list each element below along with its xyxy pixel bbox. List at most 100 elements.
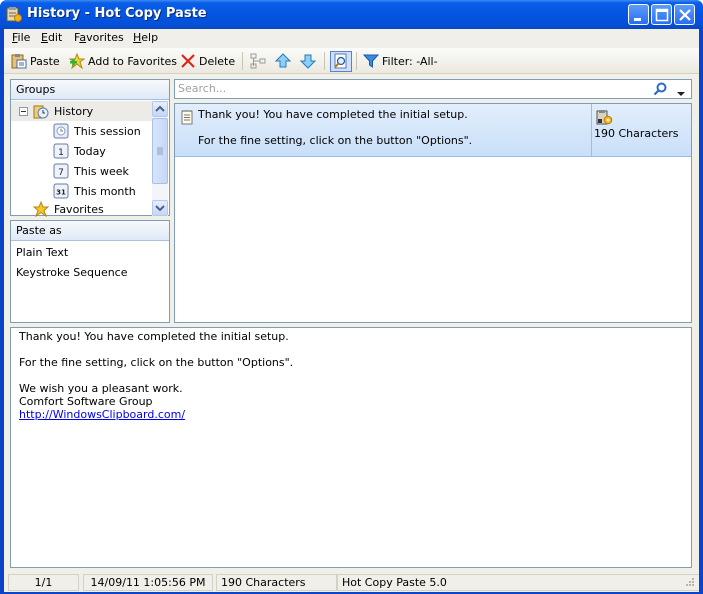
toolbar-separator: [324, 52, 325, 70]
menu-bar: File Edit Favorites Help: [4, 29, 699, 47]
maximize-icon: [655, 8, 669, 22]
close-icon: [679, 9, 691, 21]
delete-x-icon: [180, 53, 196, 69]
session-clock-icon: [53, 123, 69, 139]
clipboard-settings-icon: [596, 109, 613, 128]
document-search-icon: [334, 53, 347, 69]
resize-grip-icon[interactable]: [683, 577, 695, 592]
filter-funnel-icon: [362, 53, 380, 69]
clip-size: 190 Characters: [594, 127, 679, 140]
star-add-icon: [68, 52, 86, 70]
preview-line: We wish you a pleasant work.: [19, 382, 183, 395]
preview-line: Comfort Software Group: [19, 395, 153, 408]
calendar-1-icon: 1: [53, 143, 69, 159]
clip-list: Thank you! You have completed the initia…: [174, 103, 692, 323]
paste-as-panel: Paste as Plain Text Keystroke Sequence: [10, 220, 170, 323]
preview-toggle-button[interactable]: [330, 51, 352, 72]
chevron-up-icon: [155, 105, 165, 112]
filter-button[interactable]: Filter: -All-: [362, 51, 438, 71]
title-bar[interactable]: History - Hot Copy Paste: [0, 0, 703, 29]
delete-label: Delete: [199, 54, 236, 68]
paste-button[interactable]: Paste: [11, 51, 60, 71]
paste-as-header: Paste as: [11, 221, 169, 241]
menu-edit[interactable]: Edit: [41, 31, 62, 44]
tree-item-today[interactable]: 1 Today: [53, 141, 106, 161]
groups-header: Groups: [11, 80, 169, 100]
scroll-up-button[interactable]: [152, 101, 168, 117]
filter-label: Filter: -All-: [382, 54, 438, 68]
delete-button[interactable]: Delete: [180, 51, 235, 71]
history-icon: [33, 103, 49, 119]
preview-line: For the fine setting, click on the butto…: [19, 356, 294, 369]
calendar-31-icon: 31: [53, 183, 69, 199]
toolbar: Paste Add to Favorites Delete Filter: -A…: [4, 48, 699, 74]
toolbar-separator: [242, 52, 243, 70]
caret-down-icon: [677, 92, 685, 96]
tree-item-this-week[interactable]: 7 This week: [53, 161, 129, 181]
add-to-favorites-label: Add to Favorites: [88, 54, 178, 68]
star-icon: [33, 201, 50, 217]
preview-line: Thank you! You have completed the initia…: [19, 330, 289, 343]
tree-view-button[interactable]: [250, 51, 269, 71]
search-input[interactable]: Search...: [178, 82, 226, 95]
paste-as-keystroke-sequence[interactable]: Keystroke Sequence: [16, 266, 128, 279]
preview-blank-line: [19, 369, 683, 382]
preview-blank-line: [19, 343, 683, 356]
clip-line-1: Thank you! You have completed the initia…: [198, 108, 468, 121]
calendar-badge: 1: [58, 148, 64, 158]
tree-structure-icon: [250, 53, 266, 69]
clip-line-2: For the fine setting, click on the butto…: [198, 134, 473, 147]
minimize-button[interactable]: [628, 4, 649, 25]
tree-item-label: Favorites: [54, 202, 104, 216]
search-box: Search...: [174, 79, 692, 99]
paste-as-plain-text[interactable]: Plain Text: [16, 246, 68, 259]
text-note-icon: [181, 109, 193, 128]
menu-favorites[interactable]: Favorites: [74, 31, 124, 44]
grip-icon: [157, 147, 163, 155]
move-down-button[interactable]: [299, 51, 319, 71]
search-options-dropdown[interactable]: [677, 87, 685, 100]
calendar-badge: 31: [56, 189, 66, 197]
calendar-7-icon: 7: [53, 163, 69, 179]
close-button[interactable]: [674, 4, 695, 25]
tree-item-label: This session: [74, 124, 141, 138]
calendar-badge: 7: [58, 168, 64, 178]
tree-item-label: This month: [74, 184, 136, 198]
add-to-favorites-button[interactable]: Add to Favorites: [68, 51, 178, 71]
status-version: Hot Copy Paste 5.0: [337, 574, 699, 591]
scroll-down-button[interactable]: [152, 200, 168, 216]
groups-scrollbar[interactable]: [152, 101, 168, 216]
tree-item-history[interactable]: History: [11, 101, 152, 121]
status-timestamp: 14/09/11 1:05:56 PM: [83, 574, 213, 591]
maximize-button[interactable]: [651, 4, 672, 25]
tree-item-label: History: [54, 104, 94, 118]
search-icon[interactable]: [653, 82, 667, 99]
app-icon: [6, 6, 22, 22]
minimize-icon: [634, 18, 641, 21]
paste-label: Paste: [30, 54, 60, 68]
column-divider: [591, 104, 592, 157]
status-bar: 1/1 14/09/11 1:05:56 PM 190 Characters H…: [4, 572, 699, 592]
status-size: 190 Characters: [216, 574, 337, 591]
toolbar-separator: [356, 52, 357, 70]
tree-item-this-session[interactable]: This session: [53, 121, 141, 141]
window-title: History - Hot Copy Paste: [27, 6, 207, 21]
move-up-button[interactable]: [274, 51, 294, 71]
tree-item-this-month[interactable]: 31 This month: [53, 181, 136, 201]
preview-link[interactable]: http://WindowsClipboard.com/: [19, 408, 185, 421]
collapse-toggle-icon[interactable]: [19, 106, 28, 116]
tree-item-favorites[interactable]: Favorites: [33, 201, 104, 217]
menu-help[interactable]: Help: [133, 31, 158, 44]
menu-file[interactable]: File: [12, 31, 30, 44]
groups-panel: Groups History This session 1 Today 7 Th…: [10, 79, 170, 217]
status-position: 1/1: [8, 574, 79, 591]
clip-list-row[interactable]: Thank you! You have completed the initia…: [175, 104, 691, 157]
scroll-thumb[interactable]: [152, 118, 168, 184]
chevron-down-icon: [155, 205, 165, 212]
tree-item-label: Today: [74, 144, 106, 158]
clip-preview[interactable]: Thank you! You have completed the initia…: [10, 327, 692, 568]
arrow-down-icon: [299, 53, 317, 69]
clipboard-paste-icon: [11, 53, 27, 69]
tree-item-label: This week: [74, 164, 129, 178]
arrow-up-icon: [274, 53, 292, 69]
